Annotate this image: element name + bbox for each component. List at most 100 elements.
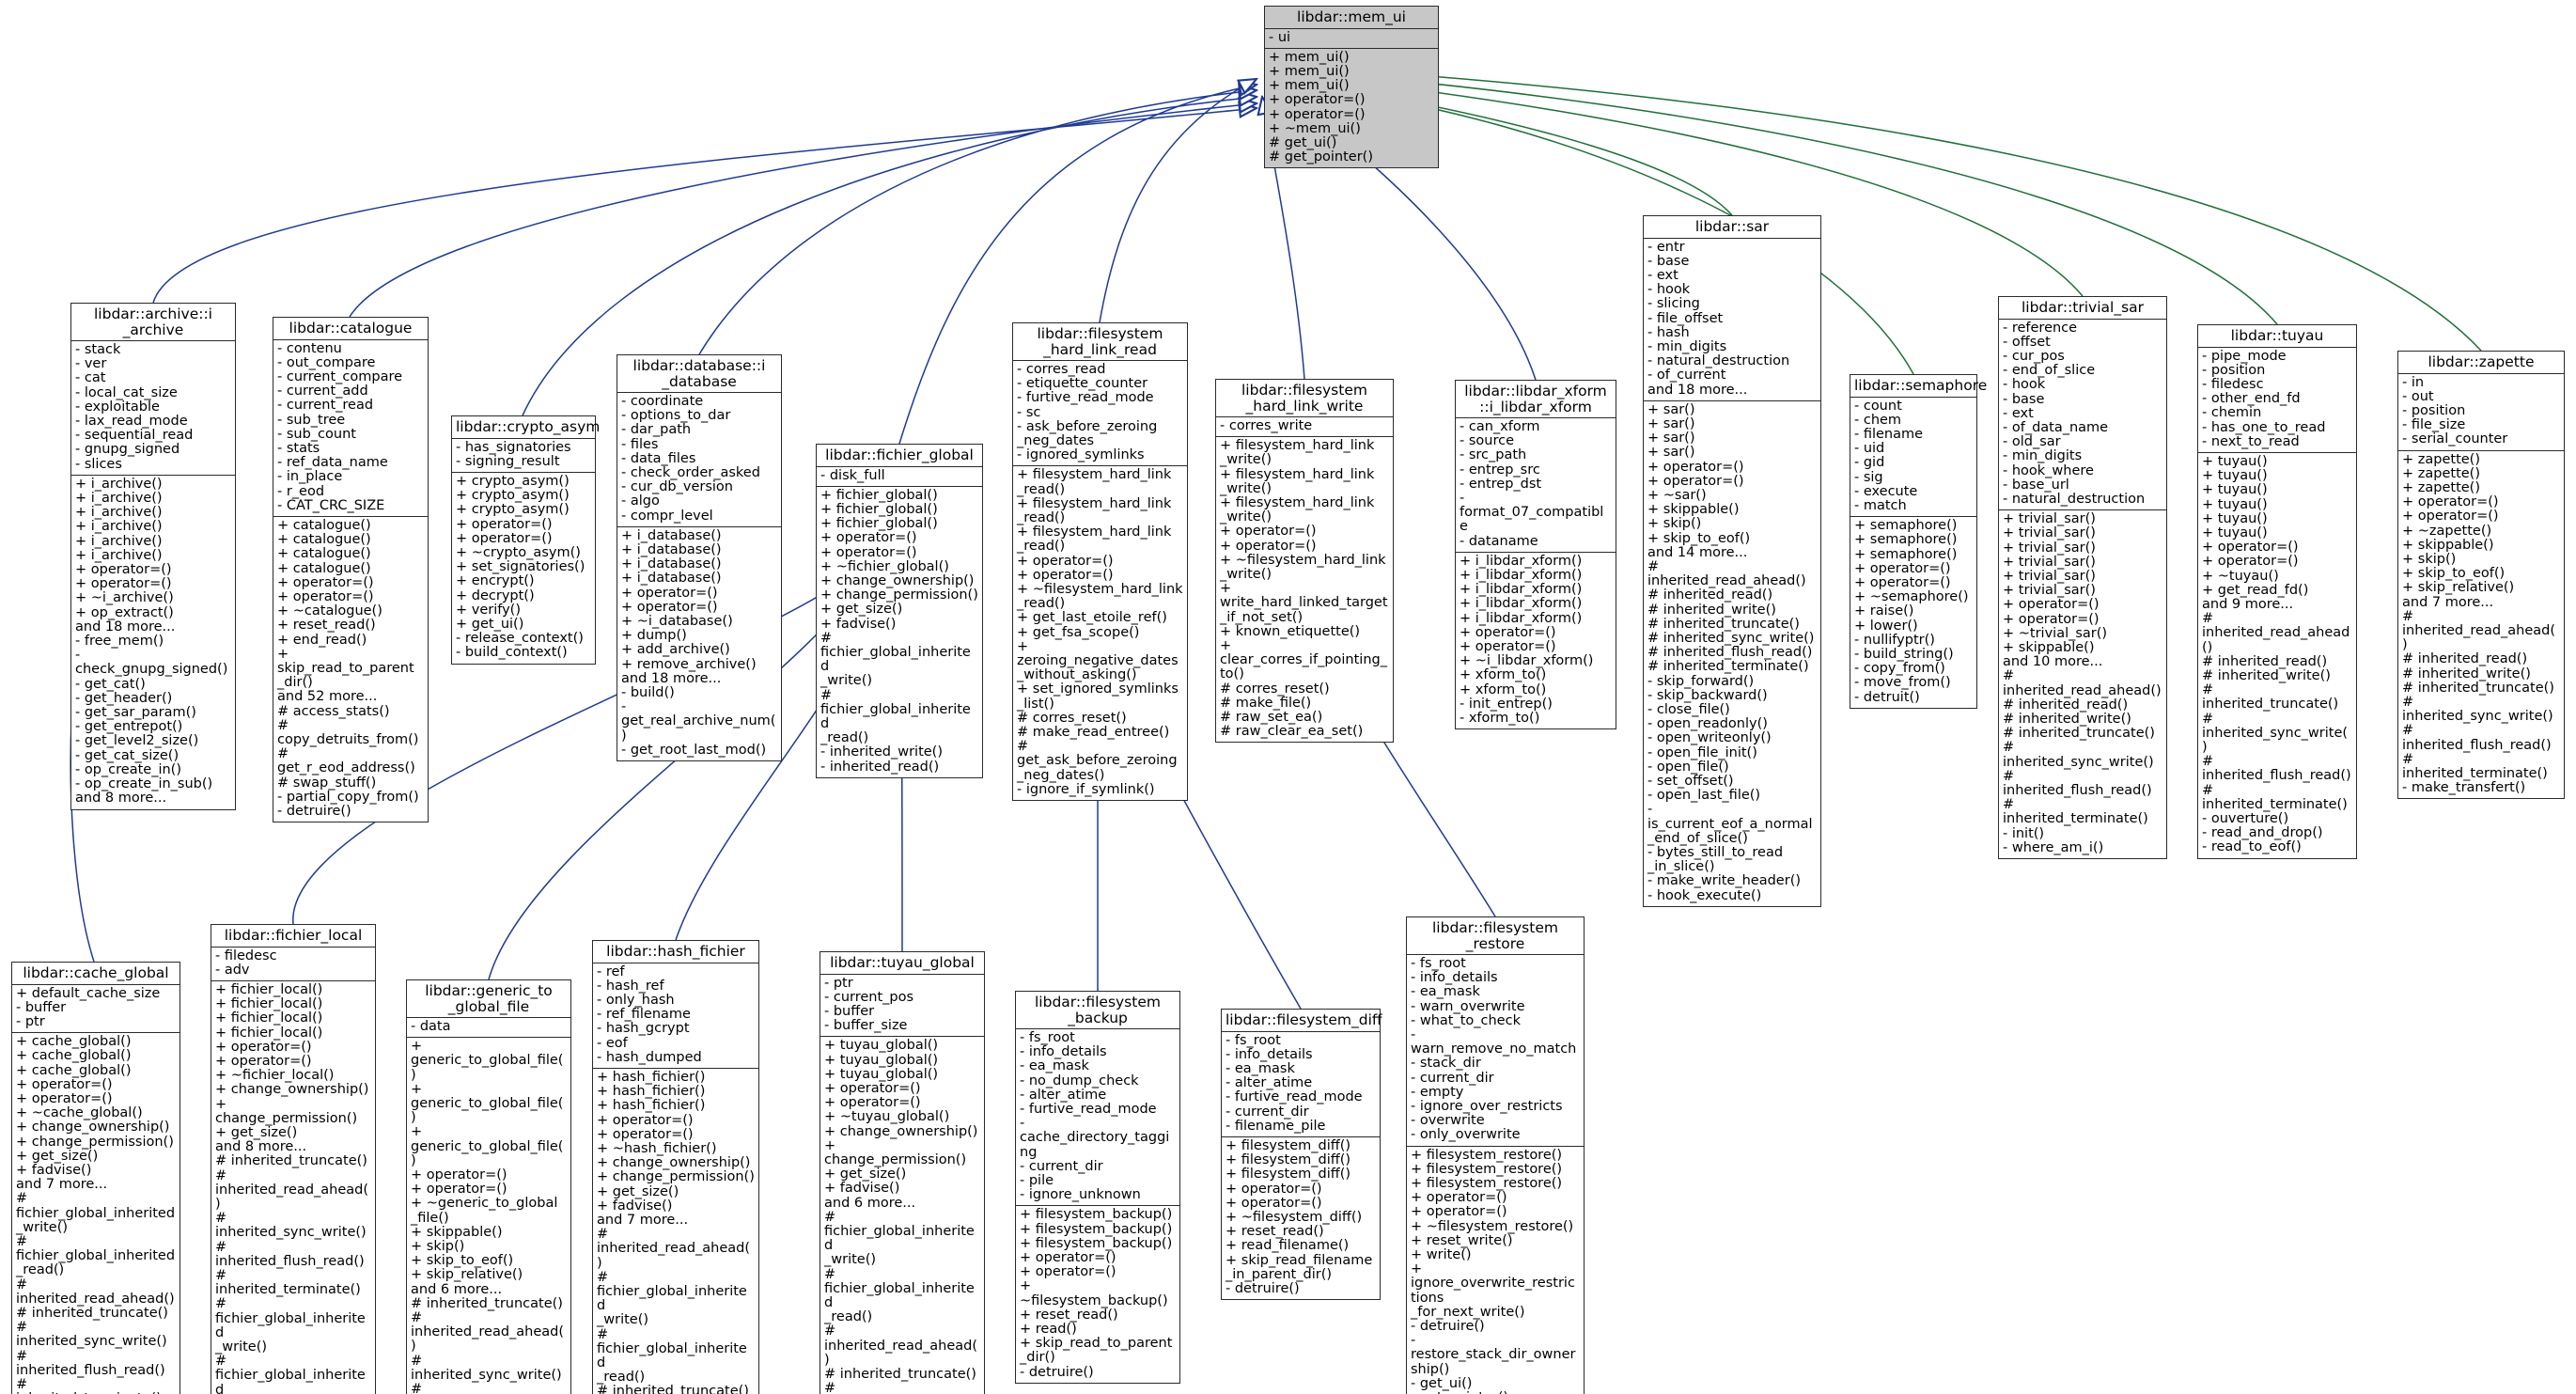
attribute-row: - no_dump_check xyxy=(1020,1073,1139,1089)
operation-row: + zapette() xyxy=(2402,451,2480,467)
uml-class-filesystem_diff[interactable]: libdar::filesystem_diff - fs_root - info_d… xyxy=(1221,1009,1382,1301)
class-title: libdar::fichier_global xyxy=(817,445,982,467)
operation-row: # inherited_write() xyxy=(2003,711,2131,727)
attribute-row: - hook xyxy=(2003,377,2046,393)
class-attributes: - ref - hash_ref - only_hash - ref_filename… xyxy=(593,963,758,1069)
attribute-row: - ignored_symlinks xyxy=(1017,447,1145,463)
operation-row: + ~crypto_asym() xyxy=(456,544,581,560)
attribute-row: + default_cache_size xyxy=(16,985,161,1001)
operation-row: # inherited_read_ahead() xyxy=(2202,611,2350,655)
attribute-row: - hash_gcrypt xyxy=(597,1021,690,1037)
operation-row: - open_readonly() xyxy=(1647,716,1768,732)
uml-class-fichier_local[interactable]: libdar::fichier_local - filedesc - adv + fi… xyxy=(211,924,376,1394)
uml-class-tuyau_global[interactable]: libdar::tuyau_global - ptr - current_pos - … xyxy=(820,951,985,1394)
operation-row: # inherited_sync_write() xyxy=(2402,694,2553,725)
operation-row: - skip_backward() xyxy=(1647,687,1768,703)
uml-class-generic_to_global_file[interactable]: libdar::generic_to _global_file - data + g… xyxy=(406,979,571,1394)
class-attributes: - fs_root - info_details - ea_mask - no_dum… xyxy=(1016,1029,1179,1207)
uml-class-hash_fichier[interactable]: libdar::hash_fichier - ref - hash_ref - onl… xyxy=(592,940,759,1394)
operation-row: + operator=() xyxy=(456,516,553,532)
operation-row: # make_read_entree() xyxy=(1017,725,1170,741)
operation-row: + cache_global() xyxy=(16,1034,132,1050)
attribute-row: - sig xyxy=(1854,469,1883,485)
operation-row: + trivial_sar() xyxy=(2003,554,2096,570)
attribute-row: - file_offset xyxy=(1647,310,1724,326)
operation-row: + skippable() xyxy=(1647,502,1740,518)
operation-row: _write() xyxy=(1220,509,1272,525)
attribute-row: - ea_mask xyxy=(1226,1060,1295,1076)
operation-row: # inherited_flush_read() xyxy=(2202,754,2351,784)
attribute-row: - CAT_CRC_SIZE xyxy=(277,497,385,513)
operation-row: + skip_to_eof() xyxy=(2402,566,2506,582)
operation-row: + generic_to_global_file() xyxy=(411,1124,564,1168)
attribute-row: - chem xyxy=(1854,412,1902,428)
operation-row: + operator=() xyxy=(277,588,374,604)
operation-row: + set_signatories() xyxy=(456,559,585,575)
operation-row: # inherited_read_ahead() xyxy=(215,1167,369,1212)
uml-class-filesystem_restore[interactable]: libdar::filesystem _restore - fs_root - in… xyxy=(1406,916,1585,1394)
operation-row: _dir() xyxy=(1020,1350,1055,1366)
operation-row: + mem_ui() xyxy=(1269,78,1350,94)
uml-class-crypto_asym[interactable]: libdar::crypto_asym - has_signatories - si… xyxy=(451,415,600,665)
operation-row: + i_archive() xyxy=(75,491,163,507)
operation-row: # inherited_read() xyxy=(2402,651,2528,667)
operation-row: + operator=() xyxy=(824,1095,921,1111)
operation-row: + operator=() xyxy=(1226,1181,1322,1197)
attribute-row: - dar_path xyxy=(621,422,692,438)
attribute-row: - entrep_src xyxy=(1460,462,1540,478)
uml-class-mem_ui[interactable]: libdar::mem_ui - ui + mem_ui() + mem_ui() + … xyxy=(1264,6,1439,169)
operation-row: + ~i_archive() xyxy=(75,590,174,606)
operation-row: # inherited_terminate() xyxy=(1647,659,1809,675)
operation-row: # inherited_truncate() xyxy=(2003,726,2155,742)
uml-class-semaphore[interactable]: libdar::semaphore - count - chem - filename… xyxy=(1850,374,1987,709)
attribute-row: - cache_directory_tagging xyxy=(1020,1116,1170,1160)
operation-row: - close_file() xyxy=(1647,702,1730,717)
operation-row: + i_libdar_xform() xyxy=(1460,596,1583,612)
uml-class-sar[interactable]: libdar::sar - entr - base - ext - hook - slic… xyxy=(1643,215,1821,907)
operation-row: + ~fichier_global() xyxy=(820,558,949,574)
operation-row: + change_permission() xyxy=(215,1096,358,1126)
attribute-row: - corres_read xyxy=(1017,362,1106,377)
attribute-row: - can_xform xyxy=(1460,419,1540,434)
uml-class-fs_hard_link_read[interactable]: libdar::filesystem _hard_link_read - corr… xyxy=(1012,322,1188,802)
operation-row: # inherited_truncate() xyxy=(411,1295,563,1311)
class-operations: + fichier_local() + fichier_local() + fich… xyxy=(211,981,375,1394)
operation-row: - open_file_init() xyxy=(1647,744,1757,760)
uml-class-cache_global[interactable]: libdar::cache_global + default_cache_size… xyxy=(11,962,180,1394)
uml-class-tuyau[interactable]: libdar::tuyau - pipe_mode - position - file… xyxy=(2197,324,2357,859)
operation-row: + xform_to() xyxy=(1460,667,1547,683)
operation-row: + catalogue() xyxy=(277,546,371,562)
attribute-row: - info_details xyxy=(1020,1044,1107,1060)
operation-row: + crypto_asym() xyxy=(456,473,570,489)
operation-row: - get_header() xyxy=(75,690,173,706)
operation-row: _if_not_set() xyxy=(1220,609,1304,625)
attribute-row: - signing_result xyxy=(456,453,560,469)
attribute-row: - hook xyxy=(1647,282,1691,298)
uml-class-i_archive[interactable]: libdar::archive::i _archive - stack - ver -… xyxy=(70,303,236,810)
uml-class-filesystem_backup[interactable]: libdar::filesystem _backup - fs_root - inf… xyxy=(1015,991,1180,1384)
uml-class-trivial_sar[interactable]: libdar::trivial_sar - reference - offset - … xyxy=(1998,296,2167,860)
operation-row: - detruire() xyxy=(1226,1280,1300,1296)
operation-row: - detruire() xyxy=(277,804,351,819)
operation-row: + operator=() xyxy=(1411,1204,1507,1220)
uml-class-fichier_global[interactable]: libdar::fichier_global - disk_full + fichi… xyxy=(816,444,983,778)
operation-row: _neg_dates() xyxy=(1017,767,1105,783)
uml-class-catalogue[interactable]: libdar::catalogue - contenu - out_compare -… xyxy=(273,317,429,823)
operation-row: + operator=() xyxy=(2003,597,2100,613)
attribute-row: - pipe_mode xyxy=(2202,348,2287,364)
attribute-row: - has_one_to_read xyxy=(2202,419,2326,435)
uml-class-i_libdar_xform[interactable]: libdar::libdar_xform ::i_libdar_xform - c… xyxy=(1455,380,1616,730)
uml-class-i_database[interactable]: libdar::database::i _database - coordinat… xyxy=(617,354,782,762)
attribute-row: - offset xyxy=(2003,334,2051,350)
class-operations: + trivial_sar() + trivial_sar() + trivial_… xyxy=(1999,510,2166,858)
class-title: libdar::filesystem _backup xyxy=(1016,992,1179,1029)
operation-row: + operator=() xyxy=(16,1076,113,1092)
operation-row: + operator=() xyxy=(1269,106,1366,122)
attribute-row: - count xyxy=(1854,398,1902,414)
uml-class-zapette[interactable]: libdar::zapette - in - out - position - file… xyxy=(2397,351,2565,800)
uml-class-fs_hard_link_write[interactable]: libdar::filesystem _hard_link_write - cor… xyxy=(1215,379,1394,744)
operation-row: - check_gnupg_signed() xyxy=(75,648,228,678)
attribute-row: - sc xyxy=(1017,404,1041,420)
operation-row: + reset_read() xyxy=(1020,1307,1118,1323)
attribute-row: - warn_overwrite xyxy=(1411,998,1525,1014)
